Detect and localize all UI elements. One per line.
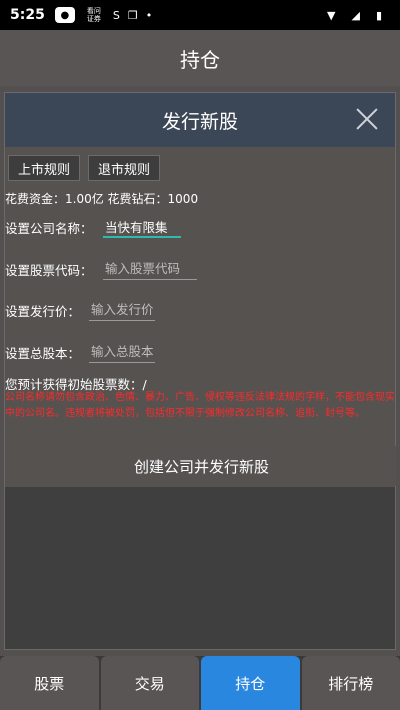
chat-bubble-icon: ●: [54, 7, 75, 23]
total-shares-row: 设置总股本：: [5, 341, 155, 363]
issue-price-input[interactable]: [89, 299, 155, 321]
notification-text-icon: 看问 证券: [86, 7, 101, 23]
close-icon[interactable]: [353, 105, 381, 133]
dot-icon: •: [145, 8, 153, 22]
total-shares-input[interactable]: [89, 341, 155, 363]
tab-ranking[interactable]: 排行榜: [301, 656, 400, 710]
page-title: 持仓: [180, 47, 220, 72]
tab-label: 交易: [134, 674, 165, 693]
tab-label: 持仓: [235, 674, 266, 693]
company-name-row: 设置公司名称：: [5, 216, 181, 238]
status-bar: 5:25 ● 看问 证券 S ❐ • ▼ ◢ ▮: [0, 0, 400, 30]
cost-line: 花费资金：1.00亿 花费钻石：1000: [5, 192, 199, 206]
dialog-title: 发行新股: [161, 110, 238, 133]
signal-icon: ◢: [351, 8, 360, 22]
tab-label: 股票: [34, 674, 65, 693]
tab-stocks[interactable]: 股票: [0, 656, 99, 710]
company-name-label: 设置公司名称：: [5, 220, 93, 236]
sync-icon: S: [112, 8, 120, 22]
stock-code-row: 设置股票代码：: [5, 258, 197, 280]
delisting-rules-button[interactable]: 退市规则: [88, 155, 160, 181]
create-company-button[interactable]: 创建公司并发行新股: [7, 446, 396, 486]
issue-stock-dialog: 发行新股 上市规则 退市规则 花费资金：1.00亿 花费钻石：1000 设置公司…: [4, 92, 396, 650]
bottom-nav: 股票 交易 持仓 排行榜: [0, 656, 400, 710]
issue-price-row: 设置发行价：: [5, 299, 155, 321]
tab-label: 排行榜: [328, 674, 374, 693]
listing-rules-button[interactable]: 上市规则: [8, 155, 80, 181]
total-shares-label: 设置总股本：: [5, 345, 81, 361]
battery-icon: ▮: [375, 8, 382, 22]
app-header: 持仓: [0, 30, 400, 86]
warning-text: 公司名称请勿包含政治、色情、暴力、广告、侵权等违反法律法规的字样，不能包含现实中…: [5, 392, 395, 419]
company-name-input[interactable]: [103, 216, 181, 238]
issue-price-label: 设置发行价：: [5, 303, 81, 319]
wifi-icon: ▼: [327, 8, 336, 22]
tab-trade[interactable]: 交易: [100, 656, 199, 710]
status-time: 5:25: [10, 7, 45, 23]
file-icon: ❐: [127, 8, 138, 22]
stock-code-label: 设置股票代码：: [5, 262, 93, 278]
stock-code-input[interactable]: [103, 258, 197, 280]
dialog-header: 发行新股: [5, 93, 395, 147]
tab-holdings[interactable]: 持仓: [201, 656, 300, 710]
